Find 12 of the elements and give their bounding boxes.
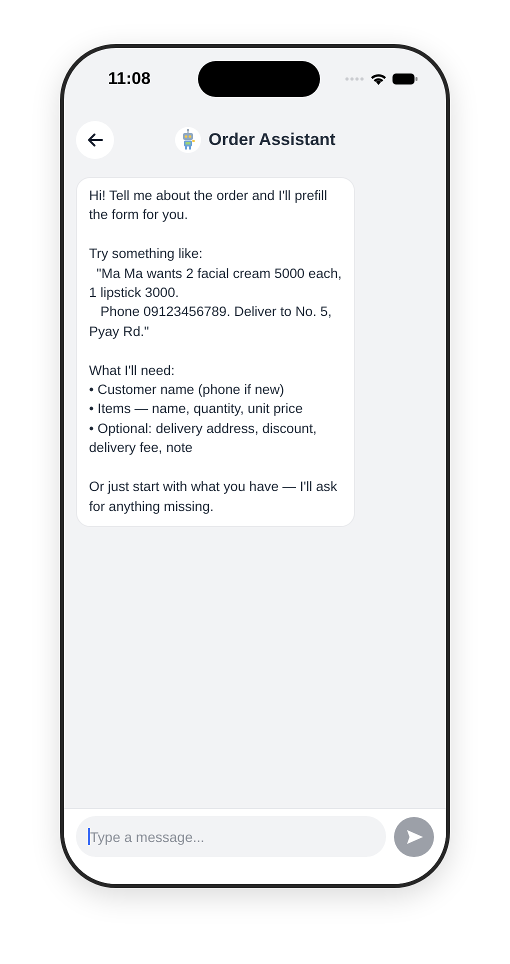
robot-avatar-icon bbox=[174, 127, 201, 153]
battery-icon bbox=[392, 73, 418, 85]
text-cursor bbox=[88, 828, 90, 845]
chat-title: Order Assistant bbox=[208, 130, 336, 150]
message-bubble: Hi! Tell me about the order and I'll prefill the form for you. Try something like: "Ma Ma wants 2 facial cream 5000 each, 1 lipstick 3000. Phone 09123456789. Deliver to No. 5, Pyay Rd." What I'll need: • Customer name (phone if new) • Items — name, quantity, unit price • Optional: delivery address, discount, delivery fee, note Or just start with what you have — I'll ask for anything missing. bbox=[76, 177, 355, 527]
back-button[interactable] bbox=[76, 121, 114, 159]
send-icon bbox=[406, 828, 424, 844]
signal-icon bbox=[345, 77, 365, 81]
back-arrow-icon bbox=[87, 133, 103, 147]
wifi-icon bbox=[370, 73, 387, 85]
message-input[interactable]: Type a message... bbox=[76, 816, 386, 857]
status-time: 11:08 bbox=[108, 69, 152, 89]
